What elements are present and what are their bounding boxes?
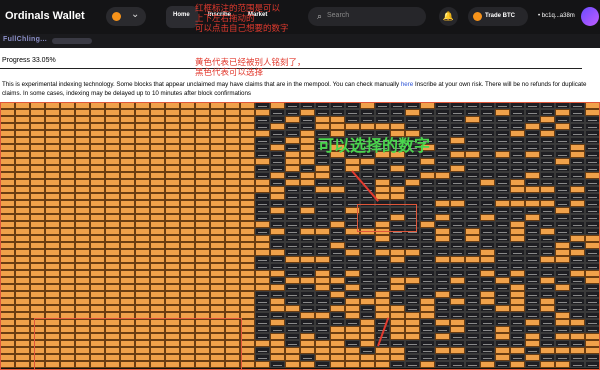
blurred-text xyxy=(52,38,92,44)
sub-bar: FullChling... xyxy=(0,34,600,48)
notice-text: This is experimental indexing technology… xyxy=(2,80,598,98)
sub-title: FullChling... xyxy=(3,36,47,43)
selectable-highlight-frame xyxy=(357,204,417,232)
trade-btc-label: Trade BTC xyxy=(485,13,516,19)
claimed-highlight-frame xyxy=(34,318,242,370)
chevron-down-icon: ⌄ xyxy=(131,9,140,20)
search-input[interactable]: ⌕ Search xyxy=(308,7,426,26)
annotation-color-note: 黄色代表已经被别人铭刻了， 黑色代表可以选择 xyxy=(195,57,306,77)
account-address[interactable]: • bc1q...a38m xyxy=(538,13,575,19)
avatar[interactable] xyxy=(581,7,599,26)
progress-text: Progress 33.05% xyxy=(2,57,56,64)
top-bar: Ordinals Wallet ⌄ Home Inscribe Market ⌕… xyxy=(0,0,600,34)
search-icon: ⌕ xyxy=(317,11,323,21)
bell-icon[interactable]: 🔔 xyxy=(439,7,458,26)
check-here-link[interactable]: here xyxy=(401,81,413,88)
nav-home[interactable]: Home xyxy=(173,12,190,18)
bitcoin-icon xyxy=(112,12,121,21)
notice-before: This is experimental indexing technology… xyxy=(2,81,401,88)
search-placeholder: Search xyxy=(327,12,350,19)
trade-btc-button[interactable]: Trade BTC xyxy=(468,7,528,26)
network-selector[interactable]: ⌄ xyxy=(106,7,146,26)
bitcoin-icon xyxy=(473,12,482,21)
app-title[interactable]: Ordinals Wallet xyxy=(5,10,85,22)
annotation-drag-note: 红框标注的范围是可以 上下左右拖动的 可以点击自己想要的数字 xyxy=(195,3,289,33)
annotation-selectable-note: 可以选择的数字 xyxy=(318,138,431,155)
